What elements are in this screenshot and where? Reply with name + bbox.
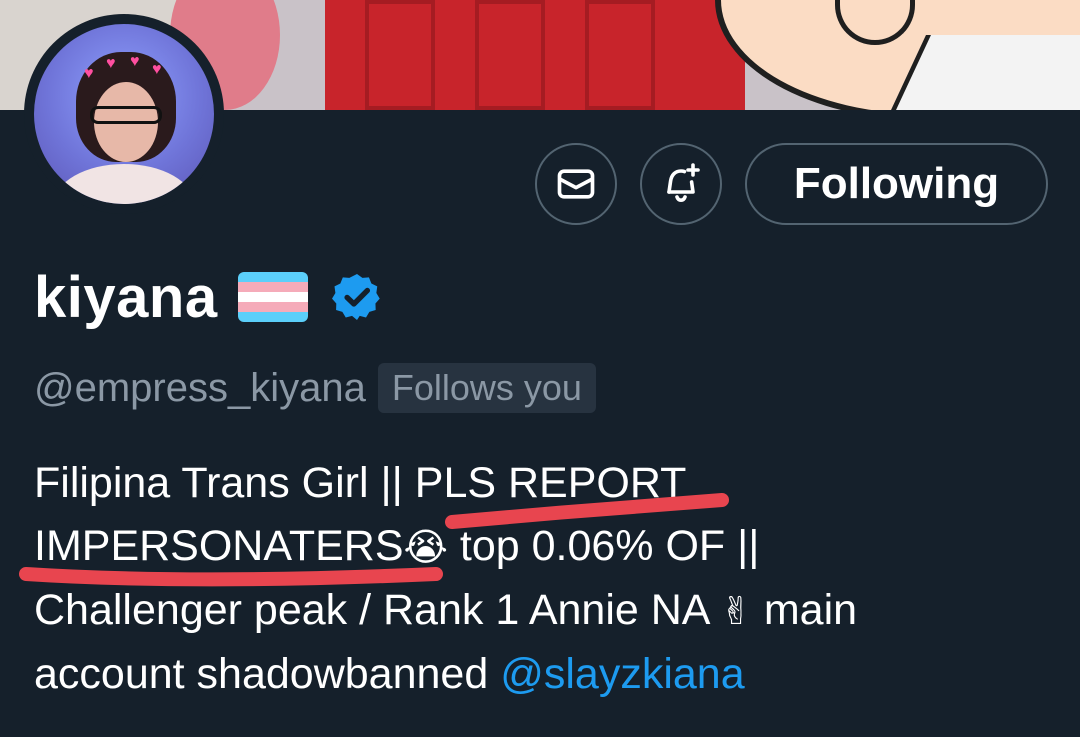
bio-text: Challenger peak / Rank 1 Annie NA <box>34 586 721 634</box>
heart-icon: ♥ <box>106 55 116 72</box>
following-button[interactable]: Following <box>745 143 1048 225</box>
username-handle[interactable]: @empress_kiyana <box>34 366 366 411</box>
avatar[interactable]: ♥ ♥ ♥ ♥ <box>34 24 214 204</box>
banner-door-panel <box>585 0 655 110</box>
follows-you-badge: Follows you <box>377 363 596 413</box>
flag-stripe <box>237 272 308 282</box>
bio-line: Filipina Trans Girl || PLS REPORT <box>34 459 687 507</box>
flag-stripe <box>237 282 308 292</box>
avatar-glasses <box>90 106 162 124</box>
transgender-flag-icon <box>237 272 308 322</box>
verified-badge-icon[interactable] <box>330 270 384 324</box>
flag-stripe <box>237 312 308 322</box>
handle-row: @empress_kiyana Follows you <box>34 360 596 416</box>
profile-bio: Filipina Trans Girl || PLS REPORT IMPERS… <box>34 452 1054 706</box>
flag-stripe <box>237 302 308 312</box>
heart-icon: ♥ <box>84 65 94 82</box>
notifications-button[interactable] <box>640 143 722 225</box>
banner-door-panel <box>365 0 435 110</box>
bio-text: account shadowbanned <box>34 650 501 698</box>
bio-mention-link[interactable]: @slayzkiana <box>500 650 744 698</box>
bio-text: main <box>751 586 858 634</box>
bell-plus-icon <box>667 163 700 203</box>
display-name: kiyana <box>34 264 218 330</box>
heart-icon: ♥ <box>130 53 140 70</box>
crying-face-emoji-icon: 😭 <box>403 525 448 569</box>
avatar-shirt <box>54 164 194 204</box>
display-name-row: kiyana <box>34 262 384 332</box>
bio-line: Challenger peak / Rank 1 Annie NA ✌ main <box>34 579 1054 643</box>
heart-icon: ♥ <box>152 61 162 78</box>
bio-line: IMPERSONATERS😭 top 0.06% OF || <box>34 515 1054 579</box>
message-button[interactable] <box>535 143 617 225</box>
bio-text: IMPERSONATERS <box>34 522 404 570</box>
victory-hand-emoji-icon: ✌ <box>720 589 752 633</box>
bio-text: top 0.06% OF || <box>447 522 760 570</box>
envelope-icon <box>557 169 595 199</box>
banner-door-panel <box>475 0 545 110</box>
bio-line: account shadowbanned @slayzkiana <box>34 643 1054 706</box>
flag-stripe <box>237 292 308 302</box>
banner-door <box>325 0 745 110</box>
